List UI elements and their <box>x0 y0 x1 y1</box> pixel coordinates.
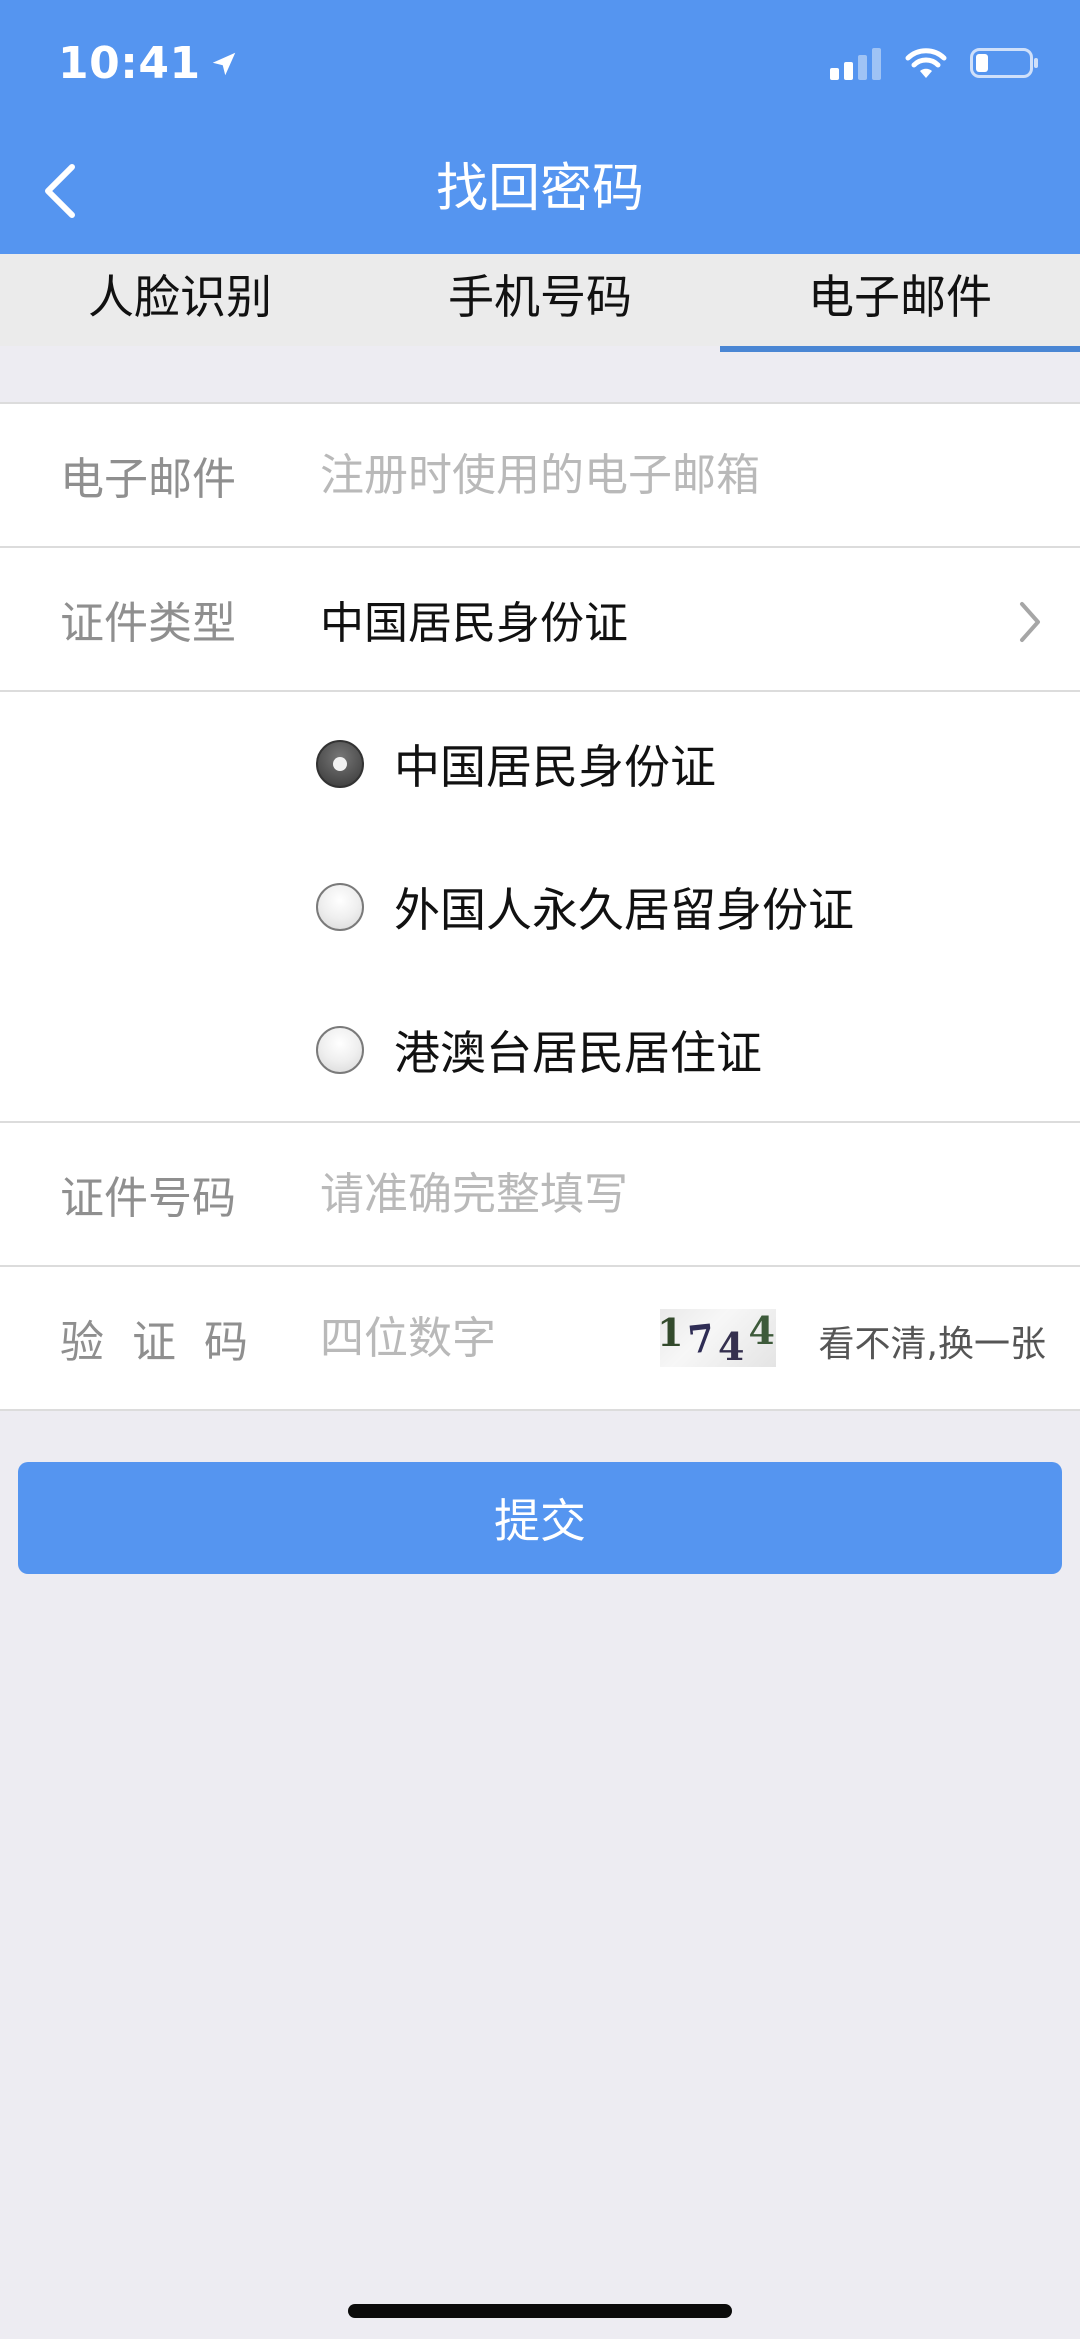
recovery-form: 电子邮件 证件类型 中国居民身份证 中国居民身份证 外国人永久居留身份证 港澳台… <box>0 402 1080 1411</box>
tab-email[interactable]: 电子邮件 <box>720 254 1080 352</box>
chevron-right-icon <box>1020 602 1040 642</box>
id-type-label: 证件类型 <box>60 598 236 649</box>
radio-label: 外国人永久居留身份证 <box>394 882 854 937</box>
app-screen: 10:41 找回密码 人脸识别 手机号码 电子邮件 电子邮件 注册时使用的电子邮… <box>0 0 1080 2339</box>
id-option-foreign-permanent[interactable]: 外国人永久居留身份证 <box>0 835 1080 978</box>
id-option-hk-macao-taiwan[interactable]: 港澳台居民居住证 <box>0 978 1080 1121</box>
captcha-digit: 4 <box>748 1309 776 1353</box>
radio-unchecked-icon[interactable] <box>316 882 364 931</box>
captcha-digit: 4 <box>718 1323 749 1368</box>
status-indicators <box>830 46 1040 80</box>
home-indicator[interactable] <box>348 2304 732 2318</box>
location-arrow-icon <box>212 52 235 75</box>
tab-face-recognition[interactable]: 人脸识别 <box>0 254 360 346</box>
cellular-signal-icon <box>830 48 881 80</box>
radio-unchecked-icon[interactable] <box>316 1025 364 1074</box>
id-type-options: 中国居民身份证 外国人永久居留身份证 港澳台居民居住证 <box>0 692 1080 1123</box>
radio-label: 港澳台居民居住证 <box>394 1025 762 1080</box>
email-input[interactable] <box>320 449 1080 501</box>
captcha-label: 验证码 <box>60 1317 276 1368</box>
captcha-digit: 1 <box>660 1309 688 1355</box>
email-row: 电子邮件 <box>0 404 1080 548</box>
captcha-image[interactable]: 1 7 4 4 <box>660 1309 776 1367</box>
header: 10:41 找回密码 <box>0 0 1080 254</box>
radio-label: 中国居民身份证 <box>394 739 716 794</box>
id-option-china-resident[interactable]: 中国居民身份证 <box>0 692 1080 835</box>
page-title: 找回密码 <box>435 159 644 219</box>
submit-button[interactable]: 提交 <box>18 1462 1062 1574</box>
status-time: 10:41 <box>58 38 239 89</box>
tab-bar: 人脸识别 手机号码 电子邮件 <box>0 254 1080 352</box>
id-number-input[interactable] <box>320 1168 1080 1220</box>
radio-checked-icon[interactable] <box>316 739 364 788</box>
tab-phone-number[interactable]: 手机号码 <box>360 254 720 346</box>
captcha-refresh-link[interactable]: 看不清,换一张 <box>819 1315 1046 1367</box>
id-type-row[interactable]: 证件类型 中国居民身份证 <box>0 548 1080 692</box>
captcha-digit: 7 <box>685 1314 721 1362</box>
captcha-input[interactable] <box>320 1312 640 1364</box>
id-type-value: 中国居民身份证 <box>320 598 628 649</box>
battery-icon <box>970 48 1038 78</box>
captcha-row: 验证码 1 7 4 4 看不清,换一张 <box>0 1267 1080 1411</box>
wifi-icon <box>905 48 947 78</box>
email-label: 电子邮件 <box>60 454 236 505</box>
id-number-label: 证件号码 <box>60 1173 236 1224</box>
status-time-text: 10:41 <box>58 38 201 89</box>
id-number-row: 证件号码 <box>0 1123 1080 1267</box>
